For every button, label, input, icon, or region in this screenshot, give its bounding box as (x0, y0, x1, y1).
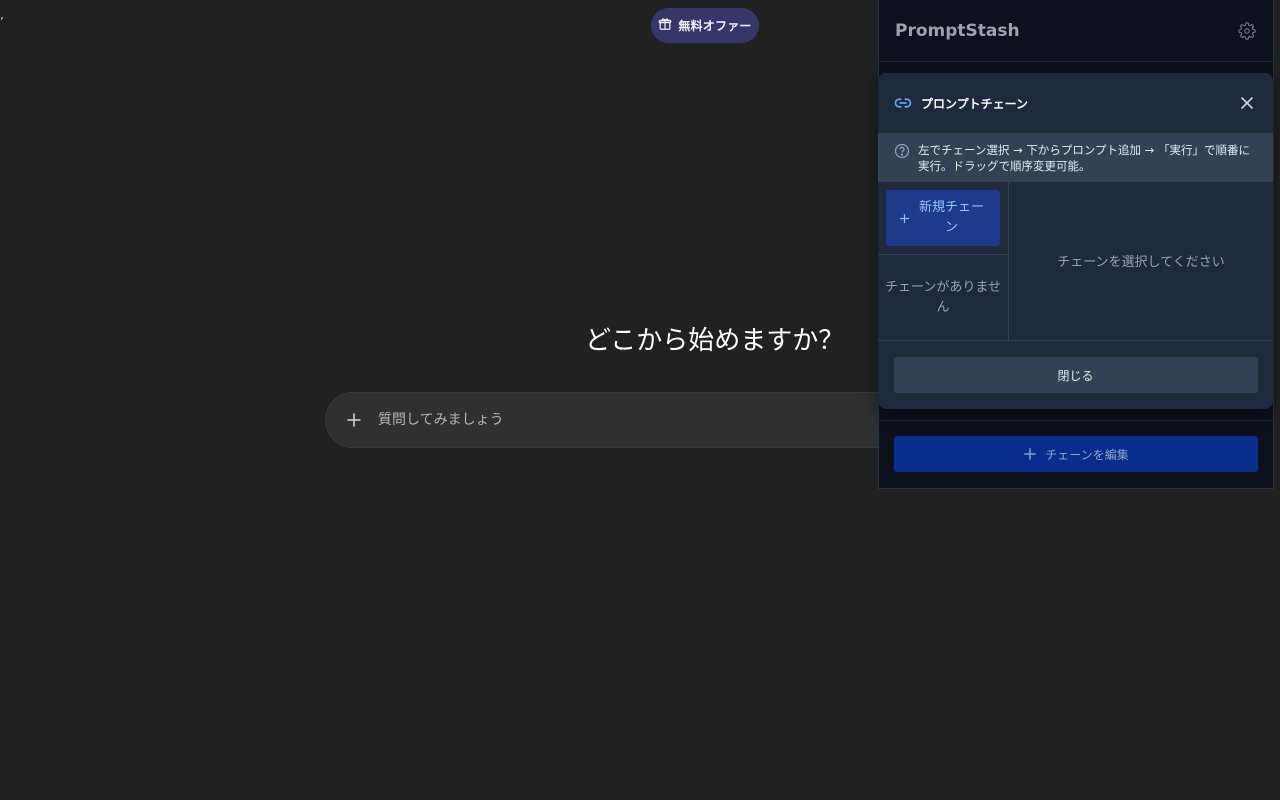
modal-close-button[interactable] (1237, 93, 1257, 113)
close-button-label: 閉じる (1057, 368, 1094, 383)
free-offer-button[interactable]: 無料オファー (651, 8, 759, 43)
modal-hint: 左でチェーン選択 → 下からプロンプト追加 → 「実行」で順番に実行。ドラッグで… (878, 133, 1273, 181)
link-icon (894, 93, 914, 113)
close-button[interactable]: 閉じる (893, 357, 1258, 393)
modal-footer: 閉じる (878, 341, 1273, 409)
close-icon (1240, 96, 1254, 110)
extension-title: PromptStash (895, 20, 1020, 41)
select-chain-message: チェーンを選択してください (1057, 254, 1225, 270)
page-greeting: どこから始めますか？ (585, 326, 845, 356)
modal-body: 新規チェーン チェーンがありません チェーンを選択してください (878, 181, 1273, 341)
plus-icon (1024, 448, 1036, 460)
empty-chains-message: チェーンがありません (885, 279, 1001, 315)
app-window: ’ 無料オファー どこから始めますか？ PromptStash (0, 0, 1280, 800)
help-icon (894, 143, 910, 159)
plus-icon (347, 413, 361, 427)
prompt-input[interactable] (378, 393, 904, 447)
settings-button[interactable] (1237, 21, 1257, 41)
edge-glyph: ’ (0, 15, 4, 29)
new-chain-label: 新規チェーン (918, 200, 984, 235)
edit-chain-label: チェーンを編集 (1045, 447, 1129, 462)
chain-list: 新規チェーン チェーンがありません (878, 182, 1009, 340)
modal-header: プロンプトチェーン (878, 73, 1273, 133)
plus-icon (899, 213, 909, 223)
gear-icon (1238, 21, 1256, 40)
gift-icon (658, 16, 672, 35)
free-offer-label: 無料オファー (678, 19, 752, 33)
new-chain-button[interactable]: 新規チェーン (886, 190, 1000, 246)
attach-button[interactable] (344, 410, 364, 430)
modal-title: プロンプトチェーン (921, 96, 1029, 111)
extension-header: PromptStash (879, 0, 1273, 62)
hint-text: 左でチェーン選択 → 下からプロンプト追加 → 「実行」で順番に実行。ドラッグで… (918, 143, 1250, 173)
edit-chain-button[interactable]: チェーンを編集 (894, 436, 1258, 472)
prompt-chain-modal: プロンプトチェーン 左でチェーン選択 → 下からプロンプト追加 → 「実行」で順… (878, 73, 1273, 409)
sidebar-divider (879, 420, 1273, 421)
prompt-composer (325, 392, 905, 448)
